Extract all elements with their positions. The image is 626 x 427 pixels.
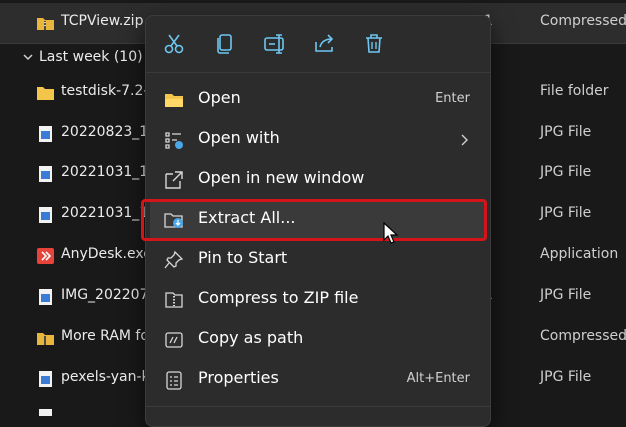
file-name: pexels-yan-k xyxy=(61,369,150,385)
file-name: More RAM fo xyxy=(61,328,149,344)
image-file-icon xyxy=(39,166,52,182)
menu-item-label: Properties xyxy=(198,368,279,387)
group-header-label: Last week (10) xyxy=(39,49,143,65)
open-with-icon xyxy=(165,132,183,149)
menu-item-open-with[interactable]: Open with xyxy=(146,120,490,160)
new-window-icon xyxy=(165,171,183,189)
copy-path-icon xyxy=(165,332,183,348)
image-file-icon xyxy=(39,207,52,223)
menu-item-compress-zip[interactable]: Compress to ZIP file xyxy=(146,280,490,320)
menu-divider xyxy=(146,406,490,407)
delete-icon[interactable] xyxy=(360,30,388,58)
anydesk-icon xyxy=(37,248,54,264)
file-type: Compressed xyxy=(540,328,626,344)
image-file-icon xyxy=(39,371,52,387)
image-file-icon xyxy=(39,409,52,416)
menu-item-shortcut: Enter xyxy=(435,91,470,106)
highlight-annotation xyxy=(141,199,487,241)
quick-actions-bar xyxy=(146,16,490,73)
mouse-cursor-icon xyxy=(383,222,399,244)
menu-item-properties[interactable]: Properties Alt+Enter xyxy=(146,360,490,400)
file-type: JPG File xyxy=(540,369,592,385)
share-icon[interactable] xyxy=(311,30,339,58)
properties-icon xyxy=(166,371,182,390)
menu-item-copy-as-path[interactable]: Copy as path xyxy=(146,320,490,360)
menu-item-label: Open with xyxy=(198,128,280,147)
file-name: TCPView.zip xyxy=(61,13,144,29)
file-type: Compressed xyxy=(540,13,626,29)
rename-icon[interactable] xyxy=(261,30,289,58)
menu-item-pin-to-start[interactable]: Pin to Start xyxy=(146,240,490,280)
zip-icon xyxy=(165,292,183,308)
file-name: AnyDesk.exe xyxy=(61,246,152,262)
file-name: testdisk-7.2- xyxy=(61,83,149,99)
zip-folder-icon xyxy=(37,333,54,345)
menu-item-label: Open xyxy=(198,88,241,107)
menu-item-shortcut: Alt+Enter xyxy=(406,371,470,386)
menu-item-open[interactable]: Open Enter xyxy=(146,80,490,120)
image-file-icon xyxy=(39,126,52,142)
file-type: JPG File xyxy=(540,164,592,180)
file-type: Application xyxy=(540,246,619,262)
menu-item-open-new-window[interactable]: Open in new window xyxy=(146,160,490,200)
chevron-right-icon xyxy=(461,134,468,146)
menu-item-label: Pin to Start xyxy=(198,248,288,267)
file-type: JPG File xyxy=(540,205,592,221)
chevron-down-icon xyxy=(23,54,33,61)
folder-icon xyxy=(37,87,54,100)
folder-open-icon xyxy=(165,94,183,107)
file-name: IMG_202207 xyxy=(61,287,149,303)
file-type: JPG File xyxy=(540,124,592,140)
image-file-icon xyxy=(39,289,52,305)
cut-icon[interactable] xyxy=(160,30,188,58)
zip-folder-icon xyxy=(37,18,54,30)
copy-icon[interactable] xyxy=(211,30,239,58)
menu-item-label: Compress to ZIP file xyxy=(198,288,359,307)
menu-item-label: Copy as path xyxy=(198,328,304,347)
file-type: File folder xyxy=(540,83,609,99)
menu-item-label: Open in new window xyxy=(198,168,365,187)
file-name: 20220823_14 xyxy=(61,124,158,140)
file-name: 20221031_16 xyxy=(61,164,158,180)
file-type: JPG File xyxy=(540,287,592,303)
pin-icon xyxy=(164,250,184,269)
